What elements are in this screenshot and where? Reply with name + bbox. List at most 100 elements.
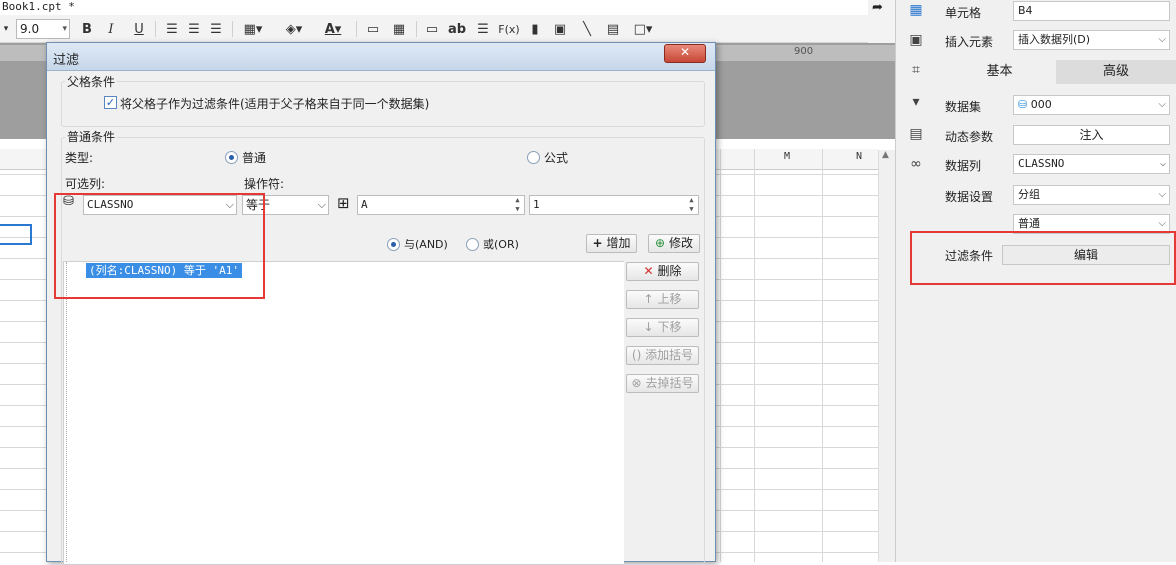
merge-cells-icon[interactable]: ▭ (364, 19, 382, 39)
type-formula-radio[interactable] (527, 151, 540, 164)
file-tab[interactable]: Book1.cpt * (0, 0, 75, 15)
add-bracket-button-label: 添加括号 (645, 348, 694, 362)
chevron-down-icon: ⌵ (1159, 158, 1166, 169)
image-icon[interactable]: ▣ (550, 19, 570, 39)
insert-text-button[interactable]: ab (448, 19, 466, 39)
value-spinner-icon[interactable]: ▲ ▼ (512, 196, 523, 214)
value-type-icon[interactable]: ⊞ (337, 194, 350, 212)
toolbar-separator (155, 21, 156, 37)
add-button[interactable]: + 增加 (586, 234, 637, 253)
sub-report-icon[interactable]: ▤ (604, 19, 622, 39)
move-up-button[interactable]: ↑ 上移 (626, 290, 699, 309)
format-toolbar: ▾ 9.0 ▾ B I U ☰ ☰ ☰ ▦▾ ◈▾ A▾ ▭ ▦ ▭ ab ☰ … (0, 15, 868, 43)
hyperlink-icon[interactable]: ∞ (906, 154, 926, 174)
selected-cell[interactable] (0, 224, 32, 245)
inject-button[interactable]: 注入 (1013, 125, 1170, 145)
align-left-icon[interactable]: ☰ (164, 19, 180, 39)
parent-condition-checkbox[interactable]: ✓ (104, 96, 117, 109)
delete-icon: ✕ (643, 264, 654, 278)
column-label: 可选列: (65, 177, 106, 191)
cell-field[interactable]: B4 (1013, 1, 1170, 21)
chart-icon[interactable]: ▮ (526, 19, 544, 39)
split-cells-icon[interactable]: ▦ (390, 19, 408, 39)
dynamic-param-label: 动态参数 (945, 130, 994, 144)
dataset-label: 数据集 (945, 100, 982, 114)
move-down-button[interactable]: ↓ 下移 (626, 318, 699, 337)
filter-dialog: 过滤 ✕ 父格条件 ✓ 将父格子作为过滤条件(适用于父子格来自于同一个数据集) … (46, 42, 716, 565)
remove-bracket-button[interactable]: ⊗ 去掉括号 (626, 374, 699, 393)
scroll-up-icon[interactable]: ▲ (882, 150, 889, 160)
underline-button[interactable]: U (132, 19, 146, 39)
formula-button[interactable]: F(x) (498, 19, 520, 39)
modify-button-label: 修改 (668, 236, 693, 250)
operator-label: 操作符: (244, 177, 285, 191)
value-input-2[interactable]: 1 ▲ ▼ (529, 195, 699, 215)
italic-button[interactable]: I (104, 19, 118, 39)
close-icon: ✕ (679, 45, 691, 59)
rich-text-icon[interactable]: ☰ (474, 19, 492, 39)
widget-icon[interactable]: ▾ (906, 92, 926, 112)
condition-list[interactable]: (列名:CLASSNO) 等于 'A1' (63, 261, 624, 565)
font-color-icon[interactable]: A▾ (318, 19, 348, 39)
insert-field-icon[interactable]: ▭ (424, 19, 440, 39)
remove-bracket-icon: ⊗ (631, 376, 642, 390)
toolbar-separator (232, 21, 233, 37)
condition-tree-line (66, 262, 68, 562)
cell-element-icon[interactable]: ⌗ (906, 60, 926, 80)
border-icon[interactable]: ▦▾ (240, 19, 266, 39)
cell-label: 单元格 (945, 6, 982, 20)
font-size-select[interactable]: 9.0 ▾ (16, 19, 70, 39)
pin-icon[interactable]: ➦ (872, 0, 883, 15)
condition-attribute-icon[interactable]: ▤ (906, 124, 926, 144)
slash-icon[interactable]: ╲ (578, 19, 596, 39)
and-label: 与(AND) (404, 238, 448, 251)
bracket-icon: () (631, 348, 642, 362)
cell-properties-icon[interactable]: ▦ (906, 0, 926, 20)
value-2-spinner-icon[interactable]: ▲ ▼ (686, 196, 697, 214)
sheet-scrollbar[interactable]: ▲ (878, 150, 895, 562)
dialog-title: 过滤 (53, 53, 80, 68)
normal-condition-title: 普通条件 (65, 128, 118, 145)
add-button-label: 增加 (606, 236, 631, 250)
delete-button[interactable]: ✕ 删除 (626, 262, 699, 281)
insert-element-select[interactable]: 插入数据列(D) ⌵ (1013, 30, 1170, 50)
toolbar-corner: ➦ (868, 0, 895, 43)
column-header-m[interactable]: M (784, 151, 790, 162)
value-input-2-text: 1 (533, 198, 540, 211)
value-input[interactable]: A ▲ ▼ (357, 195, 525, 215)
arrow-up-icon: ↑ (643, 292, 654, 306)
value-input-text: A (361, 198, 368, 211)
type-normal-radio[interactable] (225, 151, 238, 164)
chevron-down-icon: ⌵ (1158, 99, 1166, 110)
or-radio[interactable] (466, 238, 479, 251)
data-setting-label: 数据设置 (945, 190, 994, 204)
filter-highlight-box (910, 231, 1176, 285)
dialog-title-bar[interactable]: 过滤 ✕ (47, 43, 715, 71)
cell-attributes-icon[interactable]: ▣ (906, 30, 926, 50)
dataset-select[interactable]: ⛁ 000 ⌵ (1013, 95, 1170, 115)
bold-button[interactable]: B (80, 19, 94, 39)
align-center-icon[interactable]: ☰ (186, 19, 202, 39)
modify-icon: ⊕ (655, 236, 666, 250)
column-header-n[interactable]: N (856, 151, 862, 162)
tab-basic[interactable]: 基本 (943, 60, 1056, 84)
fill-color-icon[interactable]: ◈▾ (280, 19, 308, 39)
modify-button[interactable]: ⊕ 修改 (648, 234, 700, 253)
and-radio[interactable] (387, 238, 400, 251)
data-column-value: CLASSNO (1018, 157, 1065, 170)
data-setting-value: 分组 (1018, 188, 1040, 201)
font-size-value: 9.0 (20, 22, 40, 36)
column-highlight-box (54, 193, 265, 299)
add-bracket-button[interactable]: () 添加括号 (626, 346, 699, 365)
type-label: 类型: (65, 151, 94, 165)
data-setting-select[interactable]: 分组 ⌵ (1013, 185, 1170, 205)
align-right-icon[interactable]: ☰ (208, 19, 224, 39)
close-button[interactable]: ✕ (664, 44, 706, 63)
more-elements-icon[interactable]: □▾ (630, 19, 656, 39)
column-line (720, 149, 721, 562)
data-column-select[interactable]: CLASSNO ⌵ (1013, 154, 1170, 174)
parent-condition-title: 父格条件 (65, 73, 118, 90)
tab-advanced[interactable]: 高级 (1056, 60, 1176, 84)
font-dropdown-arrow-icon[interactable]: ▾ (0, 19, 12, 39)
parent-condition-checkbox-label: 将父格子作为过滤条件(适用于父子格来自于同一个数据集) (120, 97, 430, 111)
